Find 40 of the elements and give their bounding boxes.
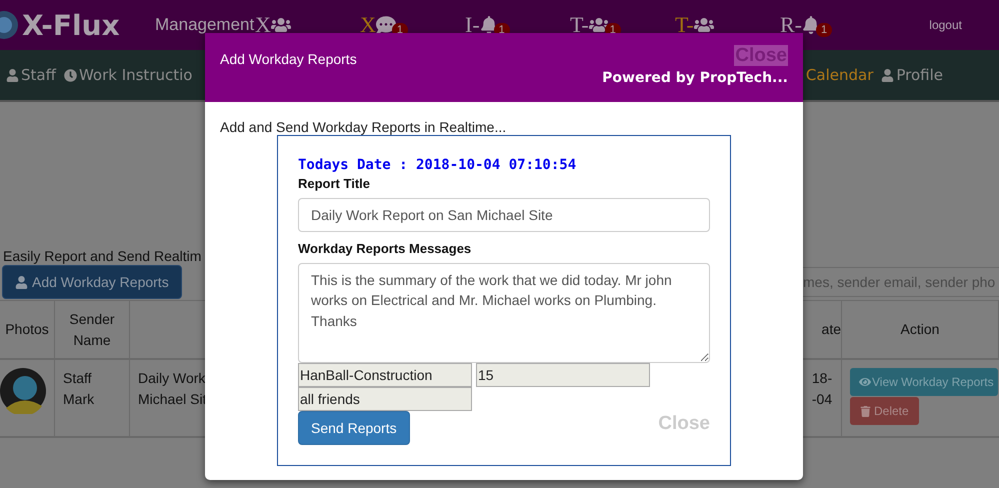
eye-icon <box>859 376 871 388</box>
table-cell-text: Daily Work <box>138 369 206 388</box>
readonly-field[interactable]: all friends <box>298 387 472 411</box>
menu-link[interactable]: Work Instructio <box>64 66 192 84</box>
modal-title: Add Workday Reports <box>220 51 357 67</box>
field-label: Report Title <box>298 176 371 191</box>
notification-badge: 1 <box>816 23 832 37</box>
people-icon <box>694 15 714 35</box>
user-icon <box>6 68 19 82</box>
management-link[interactable]: Management <box>155 15 255 35</box>
user-icon <box>15 276 28 288</box>
column-header: Action <box>842 301 999 360</box>
user-icon <box>881 68 894 82</box>
readonly-field[interactable]: 15 <box>476 363 650 387</box>
menu-link[interactable]: Profile <box>881 66 943 84</box>
menu-link[interactable]: Calendar <box>806 66 874 84</box>
readonly-field[interactable]: HanBall-Construction <box>298 363 472 387</box>
field-label: Workday Reports Messages <box>298 241 472 256</box>
report-title-field[interactable]: Daily Work Report on San Michael Site <box>298 198 710 232</box>
chat-icon <box>376 15 396 35</box>
logout-link[interactable]: logout <box>929 18 962 32</box>
send-reports-button[interactable]: Send Reports <box>298 411 410 445</box>
menu-link[interactable]: Staff <box>6 66 56 84</box>
app-logo[interactable]: X-Flux <box>22 8 120 42</box>
clock-icon <box>64 68 77 82</box>
bell-icon <box>480 16 498 34</box>
intro-text: Easily Report and Send Realtim <box>3 248 202 264</box>
column-header: Photos <box>0 301 55 360</box>
powered-by-text: Powered by PropTech... <box>602 70 788 86</box>
bell-icon <box>802 16 820 34</box>
table-cell: Staff Mark <box>55 360 130 438</box>
column-header: Sender Name <box>55 301 130 360</box>
todays-date: Todays Date : 2018-10-04 07:10:54 <box>298 157 578 173</box>
add-reports-button[interactable]: Add Workday Reports <box>2 265 182 299</box>
message-field[interactable]: This is the summary of the work that we did today. Mr john works on Electrical and Mr. Michael works on Plumbing. Thanks <box>298 263 710 363</box>
people-icon <box>270 15 291 35</box>
trash-icon <box>860 406 871 416</box>
people-icon <box>588 15 609 35</box>
modal-subtitle: Add and Send Workday Reports in Realtime... <box>220 119 508 135</box>
avatar-icon <box>0 368 46 414</box>
